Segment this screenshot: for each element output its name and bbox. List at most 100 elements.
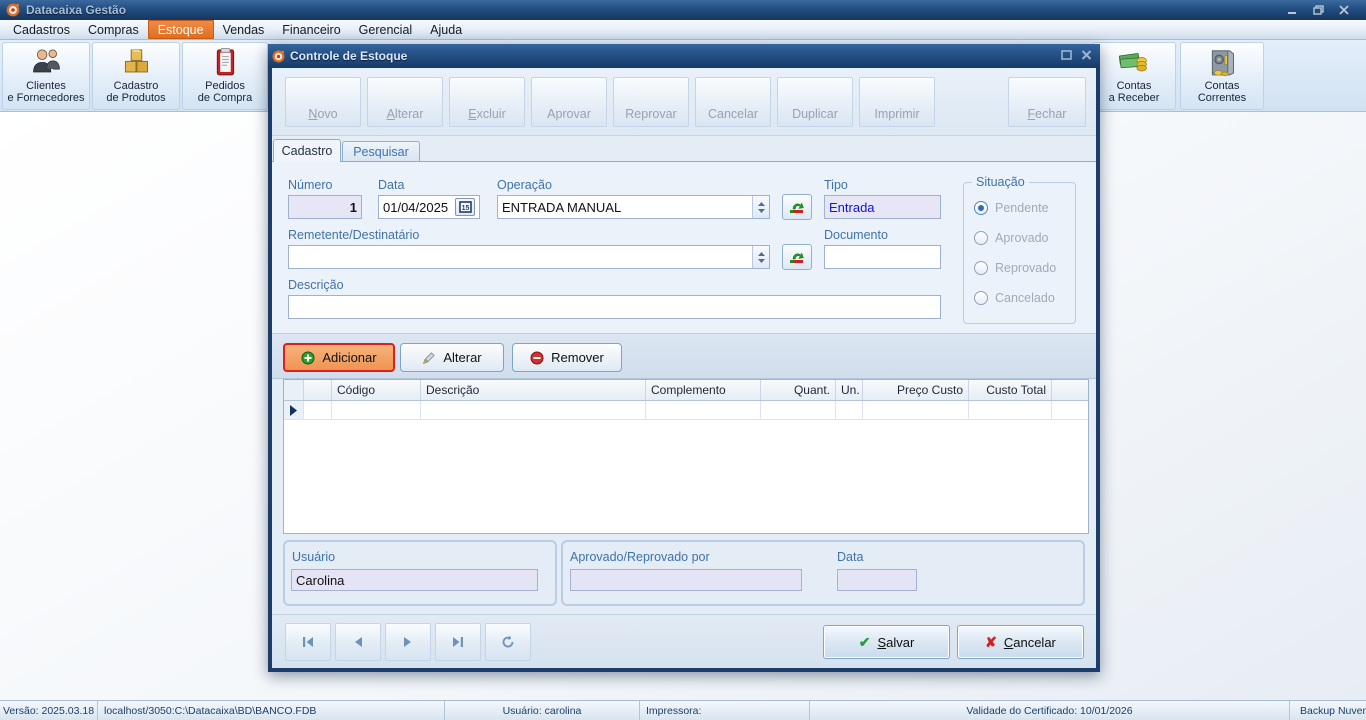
toolbar-contas-receber-button[interactable]: Contas a Receber	[1092, 42, 1176, 110]
spinner-icon[interactable]	[752, 196, 769, 218]
menu-financeiro[interactable]: Financeiro	[273, 20, 349, 39]
operacao-lookup-button[interactable]	[782, 194, 812, 220]
menu-cadastros[interactable]: Cadastros	[4, 20, 79, 39]
row-indicator-icon	[284, 401, 304, 419]
excluir-button[interactable]: Excluir	[449, 77, 525, 127]
toolbar-button-label: Contas Correntes	[1198, 80, 1246, 105]
restore-icon[interactable]	[1310, 4, 1326, 16]
menu-gerencial[interactable]: Gerencial	[350, 20, 422, 39]
toolbar-contas-correntes-button[interactable]: Contas Correntes	[1180, 42, 1264, 110]
menubar: Cadastros Compras Estoque Vendas Finance…	[0, 20, 1366, 40]
adicionar-button[interactable]: Adicionar	[283, 343, 395, 372]
status-usuario: Usuário: carolina	[445, 701, 640, 720]
situacao-label: Situação	[972, 175, 1029, 189]
toolbar-clientes-fornecedores-button[interactable]: Clientes e Fornecedores	[2, 42, 90, 110]
duplicar-button[interactable]: Duplicar	[777, 77, 853, 127]
main-titlebar: Datacaixa Gestão	[0, 0, 1366, 20]
tab-cadastro[interactable]: Cadastro	[273, 139, 341, 162]
grid-header-row: Código Descrição Complemento Quant. Un. …	[284, 380, 1088, 401]
next-record-icon	[403, 636, 413, 648]
nav-prev-button[interactable]	[335, 623, 381, 661]
salvar-button[interactable]: ✔ Salvar	[823, 625, 950, 659]
dialog-record-toolbar: Novo Alterar Excluir Aprovar Reprovar Ca…	[272, 68, 1096, 136]
toolbar-button-label: Clientes e Fornecedores	[7, 80, 84, 105]
menu-ajuda[interactable]: Ajuda	[421, 20, 471, 39]
menu-compras[interactable]: Compras	[79, 20, 148, 39]
remetente-label: Remetente/Destinatário	[288, 228, 419, 242]
alterar-item-button[interactable]: Alterar	[400, 343, 504, 372]
tab-pesquisar[interactable]: Pesquisar	[342, 141, 420, 162]
spinner-icon[interactable]	[752, 246, 769, 268]
operacao-label: Operação	[497, 178, 552, 192]
nav-last-button[interactable]	[435, 623, 481, 661]
boxes-icon	[119, 47, 153, 78]
dialog-close-icon[interactable]	[1081, 47, 1092, 65]
window-controls	[1284, 4, 1360, 16]
nav-refresh-button[interactable]	[485, 623, 531, 661]
reprovar-button[interactable]: Reprovar	[613, 77, 689, 127]
nav-first-button[interactable]	[285, 623, 331, 661]
items-grid[interactable]: Código Descrição Complemento Quant. Un. …	[283, 379, 1089, 534]
novo-button[interactable]: Novo	[285, 77, 361, 127]
data-field[interactable]: 01/04/2025 15	[378, 195, 480, 219]
cancelar-registro-button[interactable]: Cancelar	[695, 77, 771, 127]
radio-icon	[974, 231, 988, 245]
aprovar-button[interactable]: Aprovar	[531, 77, 607, 127]
radio-icon	[974, 261, 988, 275]
numero-field: 1	[288, 195, 362, 219]
tabstrip: Cadastro Pesquisar	[273, 139, 1095, 162]
aprovacao-data-label: Data	[837, 550, 863, 564]
nav-next-button[interactable]	[385, 623, 431, 661]
aprovado-por-label: Aprovado/Reprovado por	[570, 550, 710, 564]
app-title: Datacaixa Gestão	[26, 3, 126, 17]
alterar-button[interactable]: Alterar	[367, 77, 443, 127]
items-toolbar: Adicionar Alterar Remover	[272, 333, 1096, 379]
menu-vendas[interactable]: Vendas	[214, 20, 274, 39]
descricao-field[interactable]	[288, 295, 941, 319]
grid-col-codigo: Código	[332, 380, 421, 400]
goto-arrow-icon	[789, 250, 805, 264]
statusbar: Versão: 2025.03.18 localhost/3050:C:\Dat…	[0, 700, 1366, 720]
desktop-root: Datacaixa Gestão Cadastros Compras Estoq…	[0, 0, 1366, 720]
radio-cancelado[interactable]: Cancelado	[974, 291, 1055, 305]
toolbar-pedidos-compra-button[interactable]: Pedidos de Compra	[182, 42, 268, 110]
menu-estoque[interactable]: Estoque	[148, 20, 214, 39]
radio-aprovado[interactable]: Aprovado	[974, 231, 1049, 245]
aprovado-por-field	[570, 569, 802, 591]
dialog-body: Novo Alterar Excluir Aprovar Reprovar Ca…	[272, 68, 1096, 668]
close-icon[interactable]	[1336, 4, 1352, 16]
descricao-label: Descrição	[288, 278, 344, 292]
remetente-lookup-button[interactable]	[782, 244, 812, 270]
imprimir-button[interactable]: Imprimir	[859, 77, 935, 127]
cancelar-button[interactable]: ✘ Cancelar	[957, 625, 1084, 659]
radio-reprovado[interactable]: Reprovado	[974, 261, 1056, 275]
operacao-combo[interactable]: ENTRADA MANUAL	[497, 195, 770, 219]
radio-selected-icon	[974, 201, 988, 215]
first-record-icon	[301, 636, 315, 648]
status-database: localhost/3050:C:\Datacaixa\BD\BANCO.FDB	[98, 701, 445, 720]
dialog-logo-icon	[272, 50, 285, 63]
status-backup[interactable]: Backup Nuvem	[1290, 701, 1366, 720]
radio-pendente[interactable]: Pendente	[974, 201, 1049, 215]
calendar-icon[interactable]: 15	[455, 198, 475, 216]
plus-icon	[301, 351, 315, 365]
grid-empty-row[interactable]	[284, 401, 1088, 420]
prev-record-icon	[353, 636, 363, 648]
grid-col-filler	[1052, 380, 1088, 400]
dialog-maximize-icon[interactable]	[1061, 47, 1072, 65]
dialog-titlebar: Controle de Estoque	[268, 44, 1100, 68]
people-icon	[29, 47, 63, 78]
tipo-field: Entrada	[824, 195, 941, 219]
remetente-combo[interactable]	[288, 245, 770, 269]
minimize-icon[interactable]	[1284, 4, 1300, 16]
remover-button[interactable]: Remover	[512, 343, 622, 372]
status-versao: Versão: 2025.03.18	[0, 701, 98, 720]
fechar-button[interactable]: Fechar	[1008, 77, 1086, 127]
toolbar-cadastro-produtos-button[interactable]: Cadastro de Produtos	[92, 42, 180, 110]
tipo-label: Tipo	[824, 178, 848, 192]
documento-field[interactable]	[824, 245, 941, 269]
dialog-title: Controle de Estoque	[290, 49, 407, 63]
situacao-groupbox: Situação Pendente Aprovado Reprovado	[963, 182, 1076, 324]
toolbar-button-label: Cadastro de Produtos	[106, 80, 165, 105]
radio-icon	[974, 291, 988, 305]
